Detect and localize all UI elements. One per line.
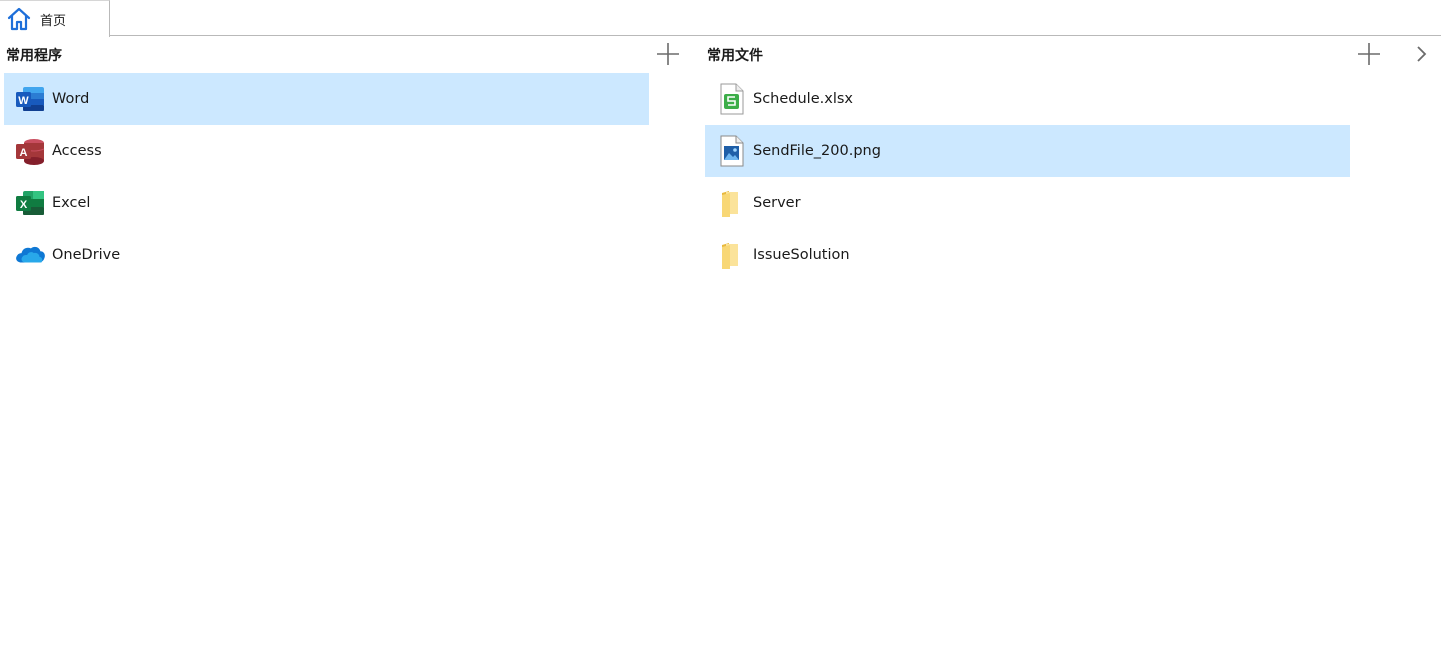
more-files-button[interactable] [1411,43,1431,69]
add-program-button[interactable] [655,43,681,69]
files-list: Schedule.xlsx SendFile_200.png Server Is… [705,73,1350,281]
home-icon [5,5,33,33]
spreadsheet-file-icon [715,83,747,115]
files-section-title: 常用文件 [707,48,763,64]
svg-text:X: X [20,199,28,211]
program-item-label: Word [52,91,90,107]
svg-text:A: A [20,147,28,159]
file-item-label: Schedule.xlsx [753,91,853,107]
home-window: 首页 常用程序 W Word A Access X Excel OneDrive… [0,0,1441,654]
excel-icon: X [14,187,46,219]
access-icon: A [14,135,46,167]
chevron-right-icon [1415,45,1427,67]
program-item-access[interactable]: A Access [4,125,649,177]
onedrive-icon [14,239,46,271]
plus-icon [656,42,680,70]
file-item-issuesolution[interactable]: IssueSolution [705,229,1350,281]
tab-home-label: 首页 [40,13,67,29]
folder-icon [715,187,747,219]
program-item-word[interactable]: W Word [4,73,649,125]
programs-list: W Word A Access X Excel OneDrive [4,73,649,281]
file-item-server[interactable]: Server [705,177,1350,229]
file-item-schedule[interactable]: Schedule.xlsx [705,73,1350,125]
programs-section-title: 常用程序 [6,48,62,64]
image-file-icon [715,135,747,167]
tab-strip: 首页 [0,0,1441,37]
svg-text:W: W [18,95,29,107]
program-item-label: OneDrive [52,247,121,263]
folder-icon [715,239,747,271]
program-item-label: Excel [52,195,91,211]
file-item-label: SendFile_200.png [753,143,881,159]
plus-icon [1357,42,1381,70]
program-item-label: Access [52,143,102,159]
word-icon: W [14,83,46,115]
program-item-excel[interactable]: X Excel [4,177,649,229]
tab-home[interactable]: 首页 [0,0,110,37]
file-item-sendfile[interactable]: SendFile_200.png [705,125,1350,177]
file-item-label: IssueSolution [753,247,850,263]
file-item-label: Server [753,195,801,211]
program-item-onedrive[interactable]: OneDrive [4,229,649,281]
add-file-button[interactable] [1356,43,1382,69]
